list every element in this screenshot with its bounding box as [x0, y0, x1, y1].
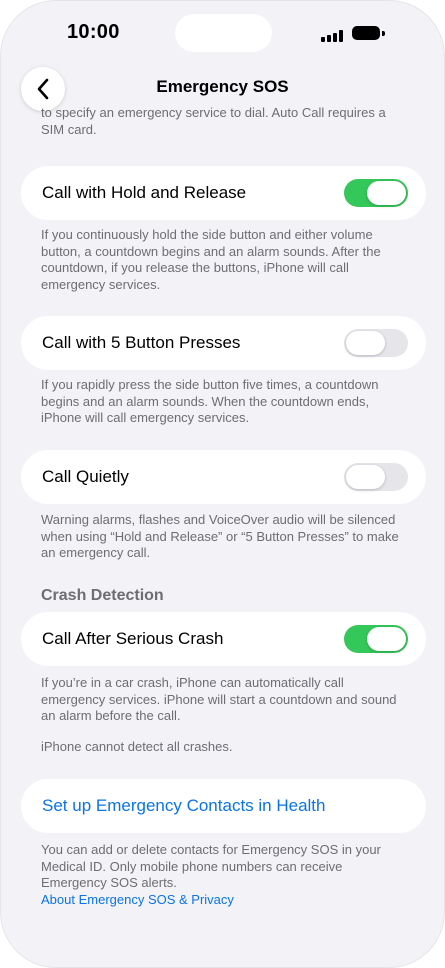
toggle-knob: [346, 331, 385, 355]
five-presses-toggle[interactable]: [344, 329, 408, 357]
row-hold-and-release: Call with Hold and Release: [21, 166, 426, 220]
row-label: Call with 5 Button Presses: [42, 333, 241, 352]
row-label: Call Quietly: [42, 467, 129, 486]
page-title: Emergency SOS: [156, 77, 289, 96]
five-presses-footer: If you rapidly press the side button fiv…: [41, 377, 379, 425]
crash-detection-header: Crash Detection: [41, 587, 164, 604]
auto-call-footer: to specify an emergency service to dial.…: [41, 105, 386, 137]
crash-toggle[interactable]: [344, 625, 408, 653]
battery-icon: [352, 26, 380, 40]
phone-frame: 10:00 Emergency SOS to specify an emerge…: [0, 0, 445, 968]
cellular-signal-icon: [321, 30, 343, 42]
toggle-knob: [367, 181, 406, 205]
status-bar: 10:00: [1, 1, 444, 65]
hold-release-footer: If you continuously hold the side button…: [41, 227, 381, 292]
contacts-footer-text: You can add or delete contacts for Emerg…: [41, 842, 381, 890]
emergency-contacts-link[interactable]: Set up Emergency Contacts in Health: [42, 796, 325, 816]
call-quietly-footer: Warning alarms, flashes and VoiceOver au…: [41, 512, 399, 560]
row-label: Call with Hold and Release: [42, 183, 247, 202]
crash-footer: If you’re in a car crash, iPhone can aut…: [41, 675, 397, 723]
call-quietly-toggle[interactable]: [344, 463, 408, 491]
about-sos-privacy-link[interactable]: About Emergency SOS & Privacy: [41, 892, 411, 909]
row-call-after-crash: Call After Serious Crash: [21, 612, 426, 666]
dynamic-island: [175, 14, 272, 52]
row-call-quietly: Call Quietly: [21, 450, 426, 504]
toggle-knob: [346, 465, 385, 489]
battery-tip: [382, 31, 385, 36]
crash-disclaimer: iPhone cannot detect all crashes.: [41, 739, 233, 754]
row-label: Call After Serious Crash: [42, 629, 224, 648]
settings-list[interactable]: to specify an emergency service to dial.…: [1, 105, 444, 967]
contacts-footer: You can add or delete contacts for Emerg…: [41, 842, 411, 908]
emergency-contacts-row[interactable]: Set up Emergency Contacts in Health: [21, 779, 426, 833]
status-time: 10:00: [67, 21, 120, 43]
toggle-knob: [367, 627, 406, 651]
hold-release-toggle[interactable]: [344, 179, 408, 207]
row-five-button-presses: Call with 5 Button Presses: [21, 316, 426, 370]
